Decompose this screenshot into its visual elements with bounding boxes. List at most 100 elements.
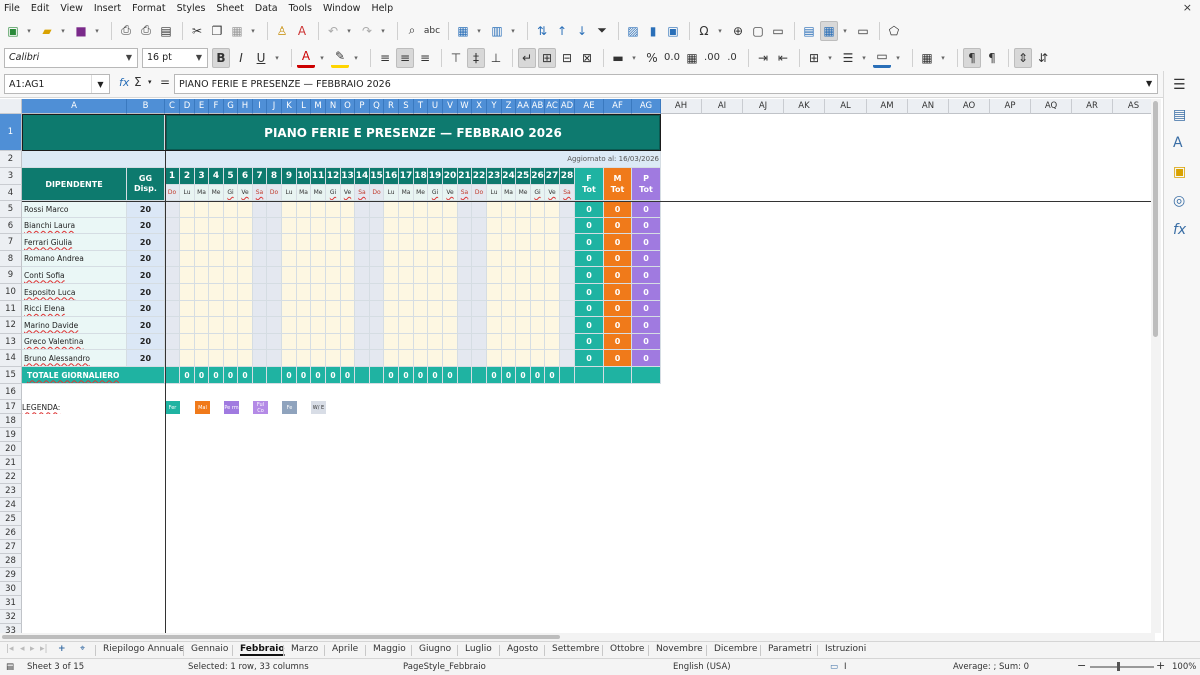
row-header-17[interactable]: 17 <box>0 400 22 414</box>
gg-disp-value[interactable]: 20 <box>127 317 165 334</box>
day-cell[interactable] <box>370 284 384 301</box>
column-dropdown-icon[interactable]: ▾ <box>508 21 518 41</box>
day-cell[interactable] <box>326 267 341 284</box>
day-cell[interactable] <box>384 334 399 350</box>
day-cell[interactable] <box>326 284 341 301</box>
insert-image-icon[interactable]: ▨ <box>624 21 642 41</box>
total-label[interactable]: TOTALE GIORNALIERO <box>22 367 165 384</box>
day-cell[interactable] <box>414 218 428 234</box>
day-cell[interactable] <box>238 218 253 234</box>
day-cell[interactable] <box>472 334 487 350</box>
day-cell[interactable] <box>238 284 253 301</box>
conditional-dropdown-icon[interactable]: ▾ <box>938 48 948 68</box>
title-cell-a[interactable] <box>22 114 165 151</box>
zoom-in-button[interactable]: + <box>1156 659 1165 672</box>
day-cell[interactable] <box>195 234 209 251</box>
row-header-8[interactable]: 8 <box>0 251 22 267</box>
row-icon[interactable]: ▦ <box>454 21 472 41</box>
day-cell[interactable] <box>414 301 428 317</box>
day-cell[interactable] <box>428 317 443 334</box>
print-icon[interactable]: ⎙ <box>137 21 155 41</box>
total-footer[interactable] <box>604 367 632 384</box>
day-header-28[interactable]: 28 <box>560 168 575 185</box>
day-cell[interactable] <box>545 251 560 267</box>
day-header-26[interactable]: 26 <box>531 168 545 185</box>
weekday-ma[interactable]: Ma <box>502 185 516 201</box>
day-header-19[interactable]: 19 <box>428 168 443 185</box>
day-cell[interactable] <box>180 251 195 267</box>
weekday-me[interactable]: Me <box>209 185 224 201</box>
sheet-tab-gennaio[interactable]: Gennaio <box>191 644 228 654</box>
weekday-sa[interactable]: Sa <box>355 185 370 201</box>
daily-total[interactable] <box>253 367 267 384</box>
dipendente-header[interactable]: DIPENDENTE <box>22 168 127 201</box>
day-cell[interactable] <box>458 218 472 234</box>
number-format-icon[interactable]: 0.0 <box>663 48 681 68</box>
day-cell[interactable] <box>487 334 502 350</box>
day-cell[interactable] <box>502 284 516 301</box>
special-character-dropdown-icon[interactable]: ▾ <box>715 21 725 41</box>
daily-total[interactable]: 0 <box>531 367 545 384</box>
day-cell[interactable] <box>282 284 297 301</box>
day-cell[interactable] <box>224 317 238 334</box>
row-header-31[interactable]: 31 <box>0 596 22 610</box>
conditional-format-icon[interactable]: ▦ <box>918 48 936 68</box>
day-cell[interactable] <box>253 284 267 301</box>
day-cell[interactable] <box>341 301 355 317</box>
day-cell[interactable] <box>355 201 370 218</box>
day-header-14[interactable]: 14 <box>355 168 370 185</box>
daily-total[interactable] <box>458 367 472 384</box>
row-header-19[interactable]: 19 <box>0 428 22 442</box>
day-cell[interactable] <box>560 267 575 284</box>
day-cell[interactable] <box>487 267 502 284</box>
day-cell[interactable] <box>238 267 253 284</box>
row-header-30[interactable]: 30 <box>0 582 22 596</box>
daily-total[interactable]: 0 <box>428 367 443 384</box>
column-header-z[interactable]: Z <box>502 99 516 114</box>
day-header-8[interactable]: 8 <box>267 168 282 185</box>
gg-disp-value[interactable]: 20 <box>127 334 165 350</box>
day-header-25[interactable]: 25 <box>516 168 531 185</box>
sort-icon[interactable]: ⇅ <box>533 21 551 41</box>
day-cell[interactable] <box>531 201 545 218</box>
total-m-value[interactable]: 0 <box>604 284 632 301</box>
day-cell[interactable] <box>267 350 282 367</box>
day-cell[interactable] <box>516 334 531 350</box>
day-cell[interactable] <box>560 350 575 367</box>
day-cell[interactable] <box>414 267 428 284</box>
row-dropdown-icon[interactable]: ▾ <box>474 21 484 41</box>
day-cell[interactable] <box>428 218 443 234</box>
weekday-ve[interactable]: Ve <box>443 185 458 201</box>
day-cell[interactable] <box>297 201 311 218</box>
column-header-aj[interactable]: AJ <box>743 99 784 114</box>
day-cell[interactable] <box>443 301 458 317</box>
day-cell[interactable] <box>399 284 414 301</box>
employee-name[interactable]: Romano Andrea <box>22 251 127 267</box>
day-cell[interactable] <box>267 201 282 218</box>
daily-total[interactable]: 0 <box>238 367 253 384</box>
total-p-value[interactable]: 0 <box>632 201 661 218</box>
day-cell[interactable] <box>165 201 180 218</box>
currency-format-icon[interactable]: ▬ <box>609 48 627 68</box>
column-header-p[interactable]: P <box>355 99 370 114</box>
daily-total[interactable]: 0 <box>195 367 209 384</box>
daily-total[interactable] <box>165 367 180 384</box>
increase-indent-icon[interactable]: ⇥ <box>754 48 772 68</box>
sheet-tab-riepilogo-annuale[interactable]: Riepilogo Annuale <box>103 644 184 654</box>
daily-total[interactable]: 0 <box>297 367 311 384</box>
day-cell[interactable] <box>384 218 399 234</box>
day-cell[interactable] <box>370 201 384 218</box>
day-cell[interactable] <box>238 334 253 350</box>
day-cell[interactable] <box>487 317 502 334</box>
row-header-11[interactable]: 11 <box>0 301 22 317</box>
day-header-1[interactable]: 1 <box>165 168 180 185</box>
day-cell[interactable] <box>311 334 326 350</box>
day-cell[interactable] <box>267 218 282 234</box>
row-header-4[interactable]: 4 <box>0 185 22 201</box>
day-cell[interactable] <box>414 317 428 334</box>
column-header-ar[interactable]: AR <box>1072 99 1113 114</box>
merge-cells-icon[interactable]: ⊟ <box>558 48 576 68</box>
day-cell[interactable] <box>399 267 414 284</box>
day-cell[interactable] <box>195 317 209 334</box>
align-center-icon[interactable]: ≡ <box>396 47 414 68</box>
